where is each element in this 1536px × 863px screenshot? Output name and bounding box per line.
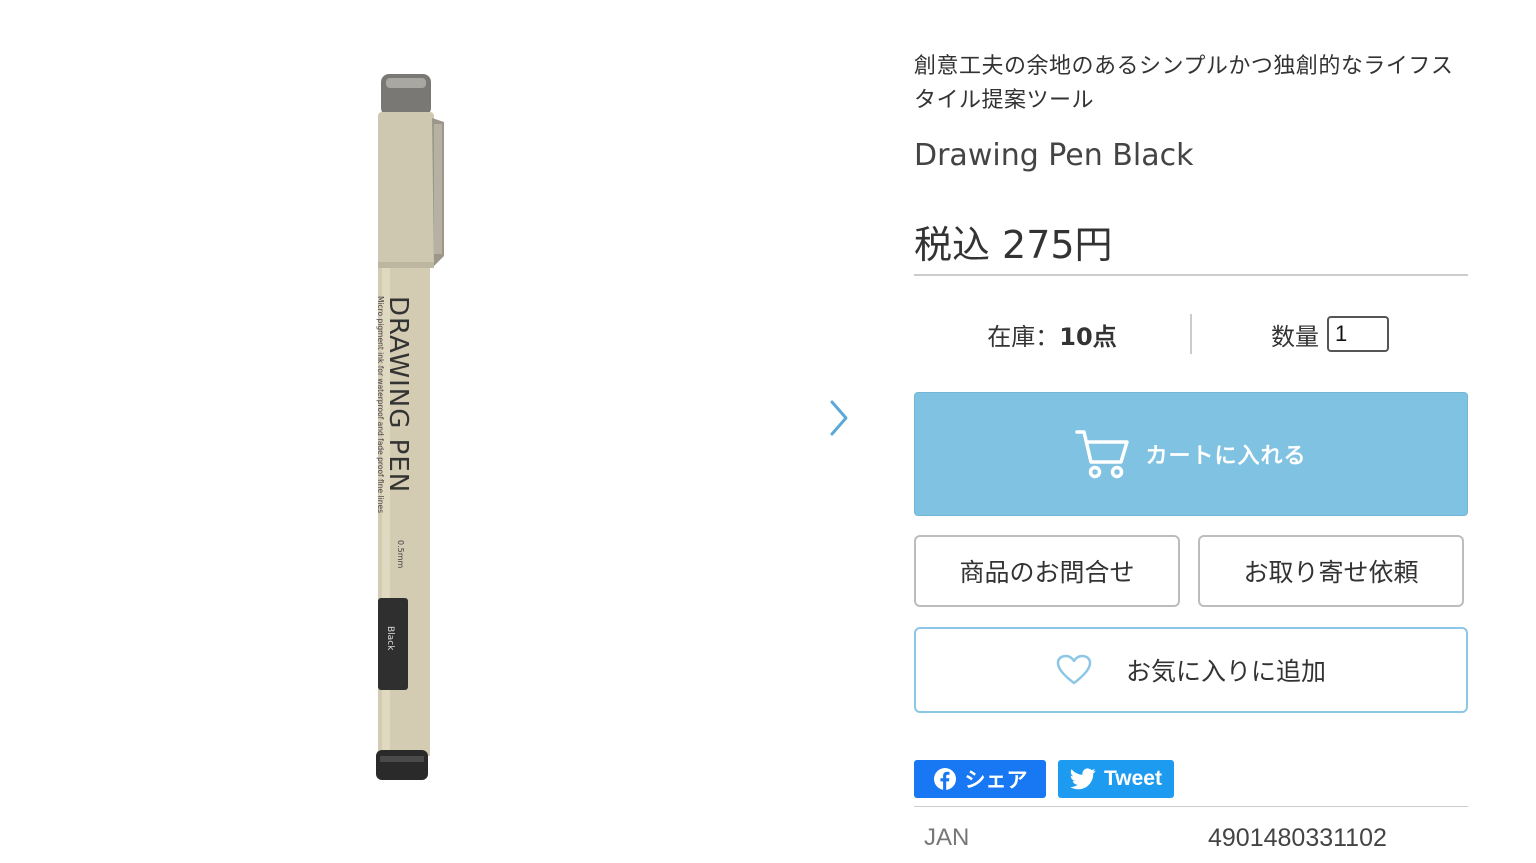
divider	[914, 806, 1468, 807]
jan-value: 4901480331102	[1208, 824, 1387, 852]
pen-size-text: 0.5mm	[396, 540, 405, 569]
pen-title-text: DRAWING PEN	[383, 296, 413, 493]
pen-color-label: Black	[385, 626, 395, 651]
product-inquiry-button[interactable]: 商品のお問合せ	[914, 535, 1180, 607]
quantity-control: 数量	[1192, 316, 1468, 352]
price-value: 275円	[1002, 223, 1113, 267]
product-page: DRAWING PEN 0.5mm Micro pigment ink for …	[0, 0, 1536, 863]
heart-icon	[1056, 654, 1092, 685]
catch-copy-line-2: タイル提案ツール	[914, 88, 1095, 113]
add-to-favorites-label: お気に入りに追加	[1125, 657, 1326, 686]
twitter-icon	[1070, 768, 1096, 790]
quantity-label: 数量	[1271, 322, 1319, 351]
facebook-share-label: シェア	[964, 769, 1028, 792]
stock-label: 在庫：	[987, 322, 1060, 351]
cart-icon	[1075, 430, 1130, 479]
product-image: DRAWING PEN 0.5mm Micro pigment ink for …	[330, 60, 480, 790]
add-to-cart-label: カートに入れる	[1145, 444, 1307, 469]
price: 税込 275円	[914, 214, 1113, 267]
divider	[914, 274, 1468, 276]
product-info: 創意工夫の余地のあるシンプルかつ独創的なライフス タイル提案ツール Drawin…	[914, 0, 1468, 863]
add-to-cart-button[interactable]: カートに入れる	[914, 392, 1468, 516]
pen-subtitle-text: Micro pigment ink for waterproof and fad…	[376, 296, 385, 513]
chevron-right-icon	[830, 400, 848, 436]
product-name: Drawing Pen Black	[914, 138, 1194, 173]
facebook-icon	[933, 768, 956, 790]
product-catch-copy: 創意工夫の余地のあるシンプルかつ独創的なライフス タイル提案ツール	[914, 50, 1468, 118]
stock-quantity-row: 在庫：10点 数量	[914, 310, 1468, 358]
quantity-input[interactable]	[1327, 316, 1389, 352]
next-image-button[interactable]	[822, 398, 856, 438]
stock-value: 10点	[1059, 322, 1117, 351]
order-request-button[interactable]: お取り寄せ依頼	[1198, 535, 1464, 607]
facebook-share-button[interactable]: シェア	[914, 760, 1046, 798]
tweet-button[interactable]: Tweet	[1058, 760, 1174, 798]
stock-status: 在庫：10点	[914, 317, 1190, 352]
tweet-label: Tweet	[1104, 767, 1162, 790]
add-to-favorites-button[interactable]: お気に入りに追加	[914, 627, 1468, 713]
catch-copy-line-1: 創意工夫の余地のあるシンプルかつ独創的なライフス	[914, 54, 1454, 79]
jan-label: JAN	[924, 824, 970, 851]
price-tax-label: 税込	[914, 223, 991, 267]
